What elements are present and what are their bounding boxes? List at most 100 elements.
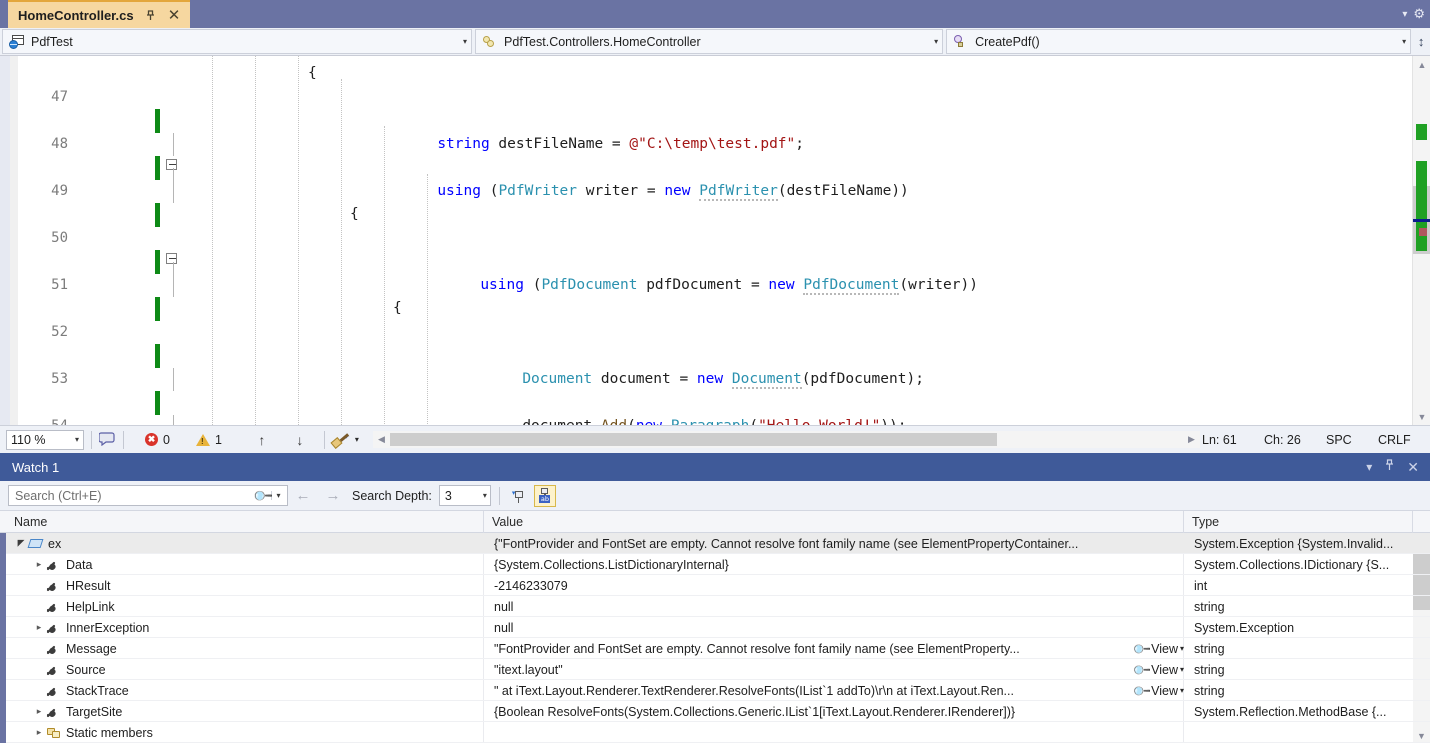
indentation-indicator[interactable]: SPC xyxy=(1326,433,1378,447)
watch-row-value-cell[interactable]: -2146233079 xyxy=(490,575,1188,596)
scroll-down-icon[interactable]: ▼ xyxy=(1413,408,1430,425)
watch-row-value-cell[interactable]: {Boolean ResolveFonts(System.Collections… xyxy=(490,701,1188,722)
show-hex-db-icon[interactable]: ab xyxy=(533,484,556,507)
code-line[interactable]: 53 Document document = new Document(pdfD… xyxy=(18,344,1396,425)
zoom-level-dropdown[interactable]: 110 % ▾ xyxy=(6,429,84,450)
search-previous-button[interactable]: ← xyxy=(288,487,318,504)
chevron-down-icon[interactable]: ▾ xyxy=(1180,665,1184,674)
code-line[interactable]: 48 string destFileName = @"C:\temp\test.… xyxy=(18,109,1396,203)
chevron-down-icon[interactable]: ▾ xyxy=(1366,460,1372,474)
type-dropdown[interactable]: PdfTest.Controllers.HomeController ▾ xyxy=(475,29,944,54)
code-line[interactable]: 51 using (PdfDocument pdfDocument = new … xyxy=(18,250,1396,321)
string-visualizer-view-button[interactable]: 🔍 View ▾ xyxy=(1131,680,1188,700)
chevron-down-icon[interactable]: ▾ xyxy=(1396,37,1406,46)
tree-expander-open-icon[interactable]: ◢ xyxy=(14,538,28,549)
editor-horizontal-scrollbar[interactable]: ◀ ▶ xyxy=(372,431,1200,448)
table-row[interactable]: ▸ Data {System.Collections.ListDictionaryI… xyxy=(6,554,1430,575)
previous-issue-button[interactable]: ↑ xyxy=(252,432,272,448)
line-ending-indicator[interactable]: CRLF xyxy=(1378,433,1424,447)
watch-row-value-cell[interactable]: null xyxy=(490,596,1188,617)
search-input[interactable]: Search (Ctrl+E) 🔍 ▾ xyxy=(8,484,288,507)
code-line[interactable]: 50 { xyxy=(18,203,1396,297)
tree-expander-closed-icon[interactable]: ▸ xyxy=(32,559,46,570)
split-window-icon[interactable]: ↕ xyxy=(1412,28,1430,55)
pin-icon[interactable] xyxy=(1384,459,1395,475)
watch-row-name-cell[interactable]: ▸ Data xyxy=(6,554,488,575)
table-row[interactable]: HelpLink null string xyxy=(6,596,1430,617)
table-row[interactable]: StackTrace " at iText.Layout.Renderer.Tex… xyxy=(6,680,1430,701)
chevron-down-icon[interactable]: ▾ xyxy=(928,37,938,46)
column-header-type[interactable]: Type xyxy=(1184,511,1413,533)
hscroll-thumb[interactable] xyxy=(389,433,997,446)
watch-row-name-cell[interactable]: ▸ InnerException xyxy=(6,617,488,638)
chevron-down-icon[interactable]: ▾ xyxy=(75,435,79,444)
watch-row-value-cell[interactable]: "itext.layout" 🔍 View ▾ xyxy=(490,659,1188,680)
code-text-area[interactable]: 47 { 48 string destFileName = @"C:\temp\… xyxy=(18,56,1396,425)
table-row[interactable]: ◢ ex {"FontProvider and FontSet are empty.… xyxy=(6,533,1430,554)
close-icon[interactable]: ✕ xyxy=(1407,459,1419,476)
table-row[interactable]: ▸ TargetSite {Boolean ResolveFonts(System.… xyxy=(6,701,1430,722)
search-depth-dropdown[interactable]: 3 ▾ xyxy=(438,485,491,506)
watch-row-value-cell[interactable]: " at iText.Layout.Renderer.TextRenderer.… xyxy=(490,680,1188,701)
chevron-down-icon[interactable]: ▾ xyxy=(1402,9,1407,20)
tree-expander-closed-icon[interactable]: ▸ xyxy=(32,727,46,738)
code-line[interactable]: 54 document.Add(new Paragraph("Hello Wor… xyxy=(18,391,1396,426)
table-row[interactable]: Message "FontProvider and FontSet are emp… xyxy=(6,638,1430,659)
pin-variable-icon[interactable]: ▾ xyxy=(508,485,530,507)
warning-count[interactable]: 1 xyxy=(195,433,222,447)
outline-collapse-toggle[interactable] xyxy=(166,250,182,274)
watch-row-name-cell[interactable]: ▸ Static members xyxy=(6,722,488,743)
project-dropdown[interactable]: PdfTest ▾ xyxy=(2,29,473,54)
column-header-name[interactable]: Name xyxy=(6,511,484,533)
watch-row-value-cell[interactable]: {System.Collections.ListDictionaryIntern… xyxy=(490,554,1188,575)
member-dropdown[interactable]: CreatePdf() ▾ xyxy=(946,29,1412,54)
pin-icon[interactable] xyxy=(143,8,158,23)
document-tab-homecontroller[interactable]: HomeController.cs ✕ xyxy=(8,0,190,28)
gear-icon[interactable]: ⚙ xyxy=(1413,6,1425,22)
code-editor[interactable]: 47 { 48 string destFileName = @"C:\temp\… xyxy=(0,56,1430,425)
hscroll-right-icon[interactable]: ▶ xyxy=(1183,431,1200,448)
watch-row-name-cell[interactable]: ▸ TargetSite xyxy=(6,701,488,722)
chevron-down-icon[interactable]: ▾ xyxy=(355,435,359,444)
search-next-button[interactable]: → xyxy=(318,487,348,504)
hscroll-left-icon[interactable]: ◀ xyxy=(373,431,390,448)
watch-row-name-cell[interactable]: HelpLink xyxy=(6,596,488,617)
watch-row-value-cell[interactable] xyxy=(490,722,1188,743)
error-count[interactable]: ✖ 0 xyxy=(145,433,170,447)
table-row[interactable]: ▸ InnerException null System.Exception xyxy=(6,617,1430,638)
watch-row-value-cell[interactable]: null xyxy=(490,617,1188,638)
string-visualizer-view-button[interactable]: 🔍 View ▾ xyxy=(1131,638,1188,658)
string-visualizer-view-button[interactable]: 🔍 View ▾ xyxy=(1131,659,1188,679)
table-row[interactable]: Source "itext.layout" 🔍 View ▾ string xyxy=(6,659,1430,680)
watch-panel-title-bar[interactable]: Watch 1 ▾ ✕ xyxy=(0,453,1430,481)
search-magnifier-icon[interactable]: 🔍 xyxy=(252,484,275,507)
watch-row-name-cell[interactable]: StackTrace xyxy=(6,680,488,701)
next-issue-button[interactable]: ↓ xyxy=(290,432,310,448)
code-line[interactable]: 49 using (PdfWriter writer = new PdfWrit… xyxy=(18,156,1396,227)
editor-breakpoint-margin[interactable] xyxy=(10,56,18,425)
code-line[interactable]: 52 { xyxy=(18,297,1396,391)
watch-row-name-cell[interactable]: HResult xyxy=(6,575,488,596)
watch-row-name-cell[interactable]: Message xyxy=(6,638,488,659)
tree-expander-closed-icon[interactable]: ▸ xyxy=(32,706,46,717)
chevron-down-icon[interactable]: ▾ xyxy=(1180,644,1184,653)
outline-collapse-toggle[interactable] xyxy=(166,156,182,180)
scroll-up-icon[interactable]: ▲ xyxy=(1413,56,1430,73)
editor-vertical-scrollbar[interactable]: ▲ ▼ xyxy=(1412,56,1430,425)
code-line[interactable]: 47 { xyxy=(18,62,1396,156)
tree-expander-closed-icon[interactable]: ▸ xyxy=(32,622,46,633)
table-row[interactable]: HResult -2146233079 int xyxy=(6,575,1430,596)
watch-row-value-cell[interactable]: {"FontProvider and FontSet are empty. Ca… xyxy=(490,533,1188,554)
chevron-down-icon[interactable]: ▾ xyxy=(457,37,467,46)
watch-row-name-cell[interactable]: ◢ ex xyxy=(6,533,488,554)
close-icon[interactable]: ✕ xyxy=(167,8,182,23)
code-cleanup-broom-icon[interactable]: ✦ xyxy=(330,432,350,449)
watch-row-name-cell[interactable]: Source xyxy=(6,659,488,680)
column-header-value[interactable]: Value xyxy=(484,511,1184,533)
chevron-down-icon[interactable]: ▾ xyxy=(1180,686,1184,695)
watch-grid-body[interactable]: ▲ ▼ ◢ex{"FontProvider and FontSet are em… xyxy=(0,533,1430,743)
watch-row-value-cell[interactable]: "FontProvider and FontSet are empty. Can… xyxy=(490,638,1188,659)
chevron-down-icon[interactable]: ▾ xyxy=(483,491,487,500)
feedback-icon[interactable] xyxy=(98,431,116,449)
table-row[interactable]: ▸ Static members xyxy=(6,722,1430,743)
